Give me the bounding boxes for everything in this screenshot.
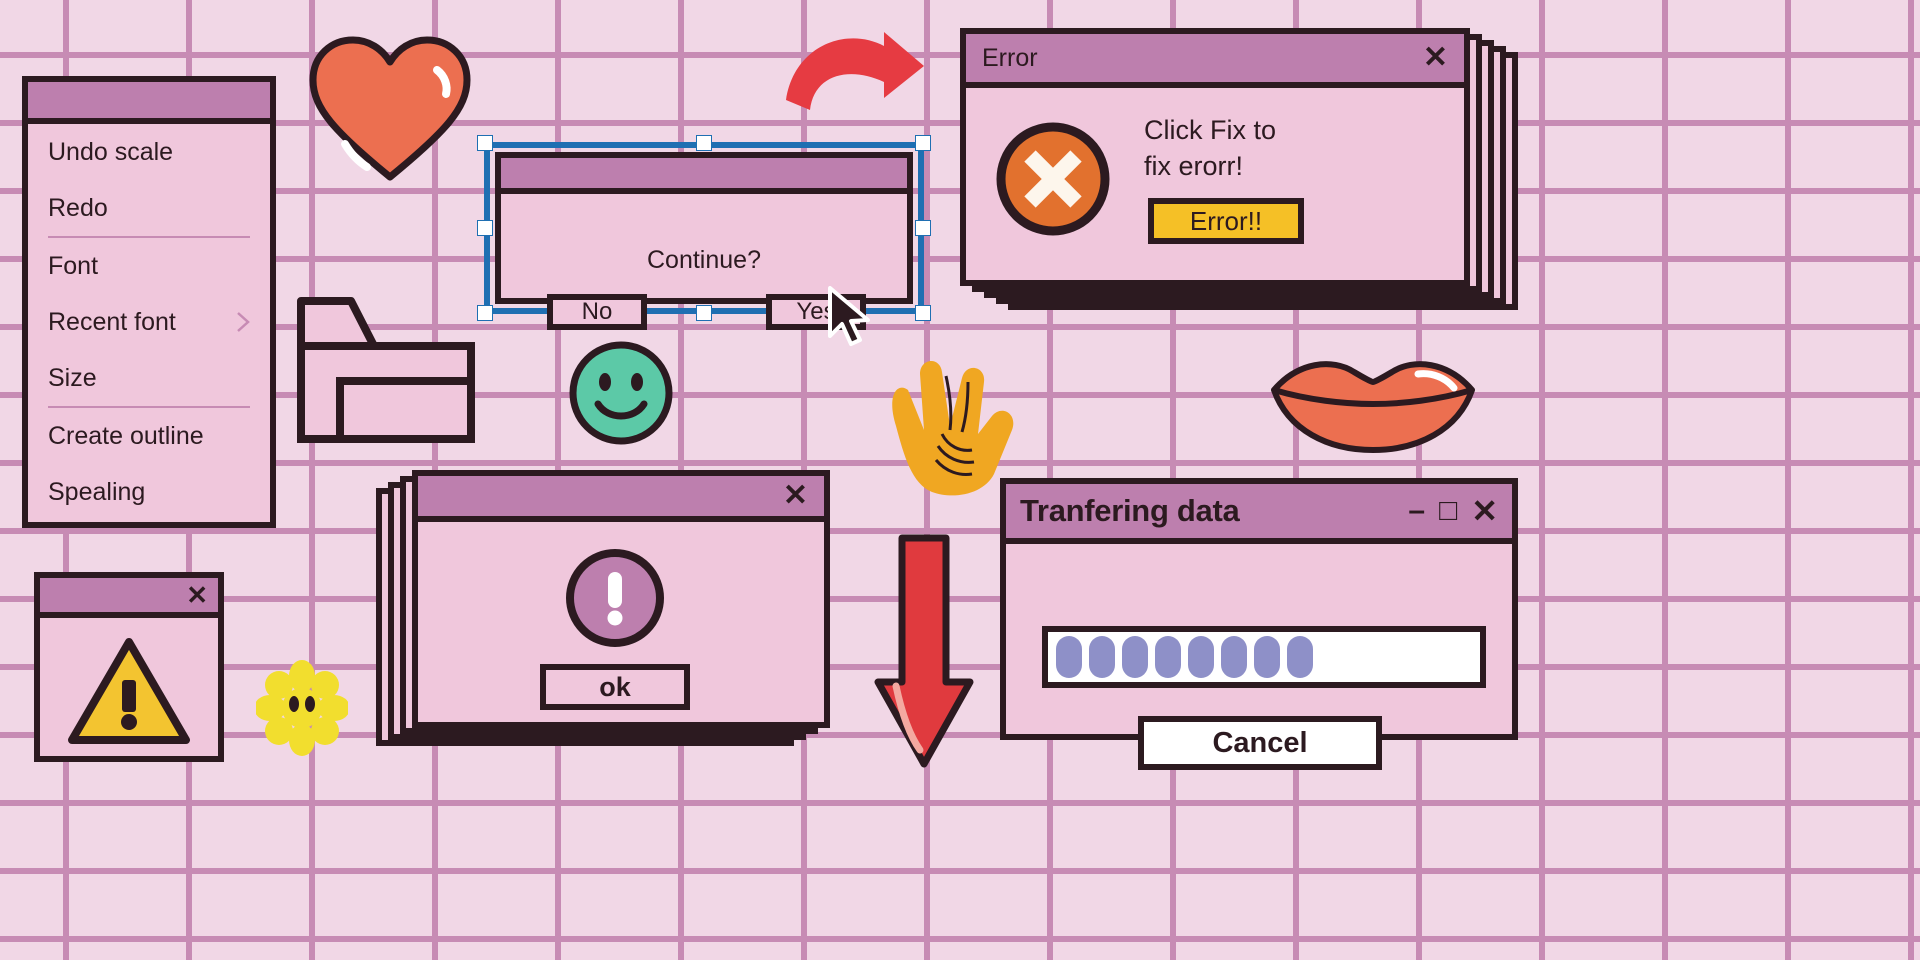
heart-sticker bbox=[309, 36, 471, 181]
menu-item-label: Size bbox=[48, 363, 97, 392]
menu-item-font[interactable]: Font bbox=[28, 238, 270, 294]
warning-triangle-icon bbox=[68, 638, 190, 744]
transfer-window-titlebar: Tranfering data – □ ✕ bbox=[1006, 484, 1512, 544]
daisy-flower-sticker bbox=[256, 660, 348, 756]
transfer-window-body: Cancel bbox=[1006, 544, 1512, 794]
menu-item-spealing[interactable]: Spealing bbox=[28, 464, 270, 520]
maximize-icon[interactable]: □ bbox=[1439, 496, 1457, 526]
progress-pill bbox=[1287, 636, 1313, 678]
ok-dialog[interactable]: ✕ ok bbox=[412, 470, 830, 728]
resize-handle-ne[interactable] bbox=[915, 135, 931, 151]
resize-handle-nw[interactable] bbox=[477, 135, 493, 151]
down-arrow-sticker bbox=[874, 534, 974, 768]
close-icon[interactable]: ✕ bbox=[1471, 495, 1498, 527]
progress-pill bbox=[1122, 636, 1148, 678]
resize-handle-e[interactable] bbox=[915, 220, 931, 236]
menu-item-undo-scale[interactable]: Undo scale bbox=[28, 124, 270, 180]
progress-pill bbox=[1056, 636, 1082, 678]
menu-item-recent-font[interactable]: Recent font bbox=[28, 294, 270, 350]
progress-pill bbox=[1221, 636, 1247, 678]
peace-hand-sticker bbox=[892, 360, 1014, 496]
menu-item-label: Recent font bbox=[48, 307, 176, 336]
transfer-window-title: Tranfering data bbox=[1020, 493, 1240, 528]
error-window-titlebar: Error ✕ bbox=[966, 34, 1464, 88]
canvas: Undo scale Redo Font Recent font Size Create … bbox=[0, 0, 1920, 960]
menu-item-label: Undo scale bbox=[48, 137, 174, 166]
error-window[interactable]: Error ✕ Click Fix to fix erorr! Error!! bbox=[960, 28, 1470, 286]
menu-item-label: Create outline bbox=[48, 421, 204, 450]
mouse-cursor[interactable] bbox=[826, 286, 876, 348]
resize-handle-w[interactable] bbox=[477, 220, 493, 236]
progress-bar bbox=[1042, 626, 1486, 688]
error-circle-x-icon bbox=[996, 122, 1110, 236]
resize-handle-sw[interactable] bbox=[477, 305, 493, 321]
smiley-face-sticker bbox=[569, 341, 673, 445]
menu-item-create-outline[interactable]: Create outline bbox=[28, 408, 270, 464]
cancel-button[interactable]: Cancel bbox=[1138, 716, 1382, 770]
progress-pill bbox=[1254, 636, 1280, 678]
error-window-title: Error bbox=[982, 43, 1038, 72]
error-window-body: Click Fix to fix erorr! Error!! bbox=[966, 88, 1464, 334]
transfer-window[interactable]: Tranfering data – □ ✕ Cancel bbox=[1000, 478, 1518, 770]
resize-handle-s[interactable] bbox=[696, 305, 712, 321]
progress-pill bbox=[1188, 636, 1214, 678]
progress-pill bbox=[1089, 636, 1115, 678]
resize-handle-se[interactable] bbox=[915, 305, 931, 321]
menu-item-label: Spealing bbox=[48, 477, 146, 506]
warning-window[interactable]: ✕ bbox=[34, 572, 224, 762]
ok-dialog-titlebar: ✕ bbox=[418, 476, 824, 522]
continue-dialog-titlebar bbox=[501, 158, 907, 194]
no-button[interactable]: No bbox=[547, 294, 647, 330]
curved-arrow-sticker bbox=[786, 32, 924, 110]
close-icon[interactable]: ✕ bbox=[1423, 43, 1448, 73]
close-icon[interactable]: ✕ bbox=[186, 582, 208, 608]
error-message: Click Fix to fix erorr! bbox=[1144, 112, 1276, 184]
menu-item-label: Font bbox=[48, 251, 99, 280]
edit-context-menu[interactable]: Undo scale Redo Font Recent font Size Create … bbox=[22, 76, 276, 528]
exclamation-circle-icon bbox=[566, 549, 664, 647]
error-action-button[interactable]: Error!! bbox=[1148, 198, 1304, 244]
progress-pill bbox=[1155, 636, 1181, 678]
warning-window-body bbox=[40, 618, 218, 796]
context-menu-items: Undo scale Redo Font Recent font Size Create … bbox=[28, 124, 270, 520]
error-message-line: fix erorr! bbox=[1144, 151, 1244, 181]
resize-handle-n[interactable] bbox=[696, 135, 712, 151]
menu-item-size[interactable]: Size bbox=[28, 350, 270, 406]
window-controls: – □ ✕ bbox=[1408, 495, 1498, 527]
ok-button[interactable]: ok bbox=[540, 664, 690, 710]
context-menu-titlebar bbox=[28, 82, 270, 124]
warning-window-titlebar: ✕ bbox=[40, 578, 218, 618]
minimize-icon[interactable]: – bbox=[1408, 496, 1425, 526]
menu-item-redo[interactable]: Redo bbox=[28, 180, 270, 236]
continue-dialog[interactable]: Continue? No Yes bbox=[495, 152, 913, 330]
folder-icon[interactable] bbox=[296, 296, 476, 444]
error-message-line: Click Fix to bbox=[1144, 115, 1277, 145]
menu-item-label: Redo bbox=[48, 193, 108, 222]
chevron-right-icon bbox=[237, 312, 250, 332]
continue-dialog-message: Continue? bbox=[647, 246, 761, 274]
lips-sticker bbox=[1271, 361, 1475, 453]
close-icon[interactable]: ✕ bbox=[783, 481, 808, 511]
ok-dialog-body: ok bbox=[418, 522, 824, 768]
